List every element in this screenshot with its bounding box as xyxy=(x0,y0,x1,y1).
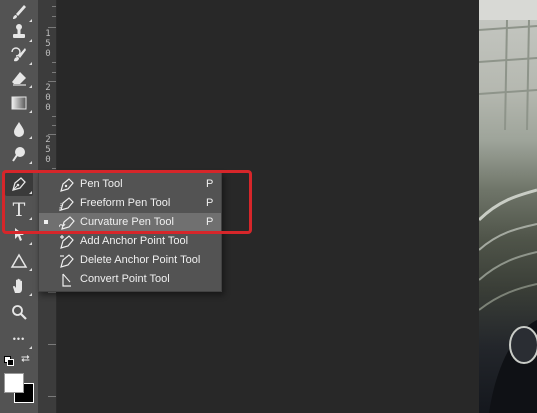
gradient-tool-button[interactable] xyxy=(5,91,33,115)
blur-drop-icon xyxy=(14,122,24,137)
history-brush-icon xyxy=(11,47,26,62)
ruler-label: 5 xyxy=(45,145,51,155)
ruler-label: 2 xyxy=(45,83,51,93)
zoom-tool-button[interactable] xyxy=(5,300,33,324)
canvas-image[interactable] xyxy=(479,0,537,413)
more-tools-button[interactable]: ••• xyxy=(5,327,33,351)
blur-tool-button[interactable] xyxy=(5,117,33,141)
menu-item-add-anchor-point-tool[interactable]: Add Anchor Point Tool xyxy=(39,232,221,251)
delete-anchor-point-icon xyxy=(59,253,75,269)
photo-detail xyxy=(479,0,537,413)
ruler-label: 0 xyxy=(45,93,51,103)
hand-tool-button[interactable] xyxy=(5,274,33,298)
history-brush-tool-button[interactable] xyxy=(5,43,33,67)
add-anchor-point-icon xyxy=(59,234,75,250)
swap-colors-icon[interactable]: ⮂ xyxy=(21,354,30,365)
foreground-color-swatch[interactable] xyxy=(4,373,24,393)
ruler-label: 2 xyxy=(45,135,51,145)
dodge-tool-button[interactable] xyxy=(5,142,33,166)
brush-icon xyxy=(13,5,26,19)
menu-item-label: Delete Anchor Point Tool xyxy=(80,254,201,266)
ruler-label: 0 xyxy=(45,155,51,165)
ruler-label: 0 xyxy=(45,49,51,59)
ruler-label: 1 xyxy=(45,29,51,39)
menu-item-label: Convert Point Tool xyxy=(80,273,170,285)
eraser-tool-button[interactable] xyxy=(5,66,33,90)
magnifier-icon xyxy=(12,305,27,320)
more-dots-icon: ••• xyxy=(12,334,26,344)
menu-item-label: Add Anchor Point Tool xyxy=(80,235,189,247)
triangle-shape-icon xyxy=(10,253,28,268)
clone-stamp-tool-button[interactable] xyxy=(5,20,33,44)
ruler-label: 0 xyxy=(45,103,51,113)
default-colors-icon[interactable] xyxy=(4,356,14,366)
hand-icon xyxy=(13,278,22,293)
ruler-label: 5 xyxy=(45,39,51,49)
gradient-icon xyxy=(11,96,27,110)
clone-stamp-icon xyxy=(13,24,25,38)
convert-point-icon xyxy=(59,272,75,288)
highlight-annotation-box xyxy=(2,170,252,234)
menu-item-delete-anchor-point-tool[interactable]: Delete Anchor Point Tool xyxy=(39,251,221,270)
menu-item-convert-point-tool[interactable]: Convert Point Tool xyxy=(39,270,221,289)
eraser-icon xyxy=(12,72,26,86)
shape-tool-button[interactable] xyxy=(5,249,33,273)
dodge-icon xyxy=(12,147,25,162)
